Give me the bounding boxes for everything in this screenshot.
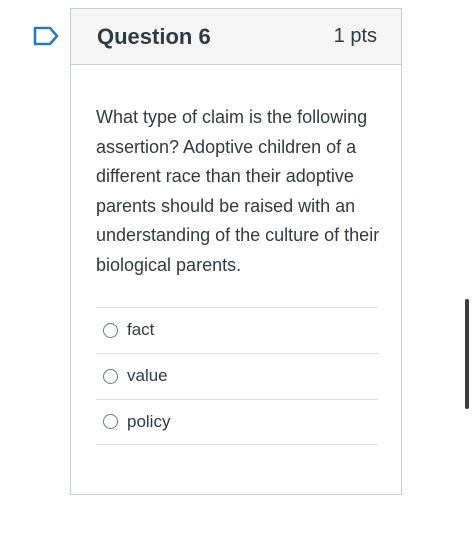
answer-option-policy[interactable]: policy: [96, 398, 378, 445]
question-text: What type of claim is the following asse…: [96, 107, 380, 275]
question-title: Question 6: [97, 23, 211, 49]
answer-list: fact value policy: [96, 306, 378, 445]
radio-button[interactable]: [103, 322, 118, 338]
radio-button[interactable]: [103, 368, 118, 384]
question-points: 1 pts: [333, 25, 377, 47]
answer-label[interactable]: policy: [127, 412, 170, 432]
quiz-page: Question 6 1 pts What type of claim is t…: [0, 0, 474, 539]
answer-label[interactable]: value: [127, 366, 168, 386]
answer-option-value[interactable]: value: [96, 352, 378, 399]
scrollbar-thumb[interactable]: [465, 299, 469, 409]
radio-button[interactable]: [103, 414, 118, 430]
question-card: Question 6 1 pts What type of claim is t…: [70, 8, 402, 495]
question-body: What type of claim is the following asse…: [71, 65, 401, 445]
answer-label[interactable]: fact: [127, 320, 154, 340]
answer-option-fact[interactable]: fact: [96, 306, 378, 353]
question-header: Question 6 1 pts: [71, 9, 401, 65]
flag-question-icon[interactable]: [32, 25, 60, 47]
